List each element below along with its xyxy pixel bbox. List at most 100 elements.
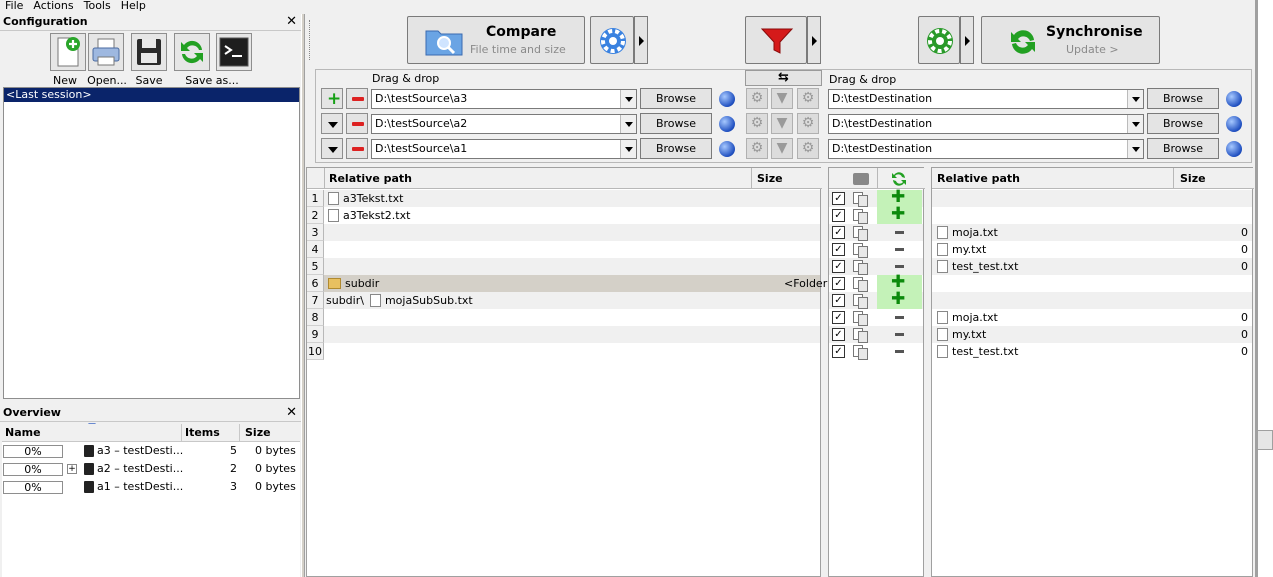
- table-row[interactable]: ✓ ✚: [829, 274, 923, 292]
- left-browse-button[interactable]: Browse: [640, 113, 712, 134]
- table-row[interactable]: ✓: [829, 258, 923, 275]
- new-config-button[interactable]: [50, 33, 86, 71]
- table-row[interactable]: 5: [307, 258, 820, 275]
- camera-icon[interactable]: [853, 173, 869, 185]
- table-row[interactable]: moja.txt 0: [932, 309, 1252, 326]
- table-row[interactable]: 7 subdir\ mojaSubSub.txt: [307, 292, 820, 309]
- table-row[interactable]: [932, 207, 1252, 224]
- scroll-handle[interactable]: [1257, 430, 1273, 450]
- middle-action-grid[interactable]: ✓ ✚ ✓ ✚ ✓ ✓ ✓ ✓ ✚ ✓ ✚ ✓ ✓ ✓: [828, 167, 925, 577]
- row-checkbox[interactable]: ✓: [832, 226, 845, 239]
- table-row[interactable]: my.txt 0: [932, 241, 1252, 258]
- globe-icon[interactable]: [1226, 91, 1242, 107]
- left-browse-button[interactable]: Browse: [640, 138, 712, 159]
- overview-row[interactable]: 0% a3 – testDesti... 5 0 bytes: [2, 442, 300, 460]
- menu-actions[interactable]: Actions: [28, 0, 78, 13]
- do-nothing-icon[interactable]: [877, 326, 922, 343]
- row-checkbox[interactable]: ✓: [832, 345, 845, 358]
- dropdown-arrow-icon[interactable]: [620, 90, 636, 108]
- alt-sync-settings-icon[interactable]: ⚙: [797, 138, 819, 159]
- overview-row[interactable]: 0% + a2 – testDesti... 2 0 bytes: [2, 460, 300, 478]
- globe-icon[interactable]: [719, 91, 735, 107]
- right-browse-button[interactable]: Browse: [1147, 113, 1219, 134]
- table-row[interactable]: [932, 190, 1252, 207]
- table-row[interactable]: 1 a3Tekst.txt: [307, 190, 820, 207]
- sync-options-arrow[interactable]: [960, 16, 974, 64]
- dropdown-arrow-icon[interactable]: [1127, 140, 1143, 158]
- session-list[interactable]: <Last session>: [3, 87, 300, 399]
- row-checkbox[interactable]: ✓: [832, 260, 845, 273]
- compare-options-arrow[interactable]: [634, 16, 648, 64]
- dropdown-arrow-icon[interactable]: [1127, 90, 1143, 108]
- table-row[interactable]: ✓ ✚: [829, 206, 923, 224]
- compare-button[interactable]: Compare File time and size: [407, 16, 585, 64]
- alt-compare-settings-icon[interactable]: ⚙: [746, 138, 768, 159]
- row-checkbox[interactable]: ✓: [832, 209, 845, 222]
- dropdown-arrow-icon[interactable]: [620, 140, 636, 158]
- table-row[interactable]: my.txt 0: [932, 326, 1252, 343]
- dropdown-arrow-icon[interactable]: [620, 115, 636, 133]
- row-checkbox[interactable]: ✓: [832, 294, 845, 307]
- swap-sides-button[interactable]: ⇆: [745, 70, 822, 86]
- filter-options-arrow[interactable]: [807, 16, 821, 64]
- table-row[interactable]: ✓ ✚: [829, 189, 923, 207]
- table-row[interactable]: ✓ ✚: [829, 291, 923, 309]
- dropdown-arrow-icon[interactable]: [1127, 115, 1143, 133]
- alt-compare-settings-icon[interactable]: ⚙: [746, 113, 768, 134]
- row-checkbox[interactable]: ✓: [832, 192, 845, 205]
- copy-to-right-icon[interactable]: ✚: [877, 291, 922, 309]
- panel-splitter[interactable]: [301, 14, 305, 577]
- left-file-grid[interactable]: Relative path Size 1 a3Tekst.txt 2 a3Tekst2…: [306, 167, 827, 577]
- right-col-relative-path[interactable]: Relative path: [937, 168, 1020, 189]
- save-config-button[interactable]: [131, 33, 167, 71]
- table-row[interactable]: [932, 275, 1252, 292]
- overview-col-size[interactable]: Size: [240, 424, 298, 441]
- left-folder-input[interactable]: D:\testSource\a3: [371, 89, 637, 109]
- expand-icon[interactable]: +: [67, 464, 77, 474]
- remove-folder-pair-button[interactable]: [346, 113, 368, 134]
- sync-direction-icon[interactable]: [891, 171, 907, 187]
- local-filter-icon[interactable]: ▼: [771, 138, 793, 159]
- table-row[interactable]: ✓: [829, 224, 923, 241]
- alt-sync-settings-icon[interactable]: ⚙: [797, 88, 819, 109]
- right-col-size[interactable]: Size: [1173, 168, 1206, 189]
- table-row[interactable]: 3: [307, 224, 820, 241]
- table-row[interactable]: 8: [307, 309, 820, 326]
- remove-folder-pair-button[interactable]: [346, 88, 368, 109]
- table-row[interactable]: test_test.txt 0: [932, 258, 1252, 275]
- local-filter-icon[interactable]: ▼: [771, 113, 793, 134]
- table-row[interactable]: test_test.txt 0: [932, 343, 1252, 360]
- table-row[interactable]: moja.txt 0: [932, 224, 1252, 241]
- left-col-size[interactable]: Size: [751, 168, 783, 189]
- alt-compare-settings-icon[interactable]: ⚙: [746, 88, 768, 109]
- overview-col-name[interactable]: Name: [2, 424, 182, 441]
- remove-folder-pair-button[interactable]: [346, 138, 368, 159]
- synchronise-button[interactable]: Synchronise Update >: [981, 16, 1160, 64]
- open-config-button[interactable]: [88, 33, 124, 71]
- close-overview-icon[interactable]: ✕: [286, 405, 297, 420]
- expand-pair-button[interactable]: [321, 138, 343, 159]
- left-folder-input[interactable]: D:\testSource\a1: [371, 139, 637, 159]
- right-browse-button[interactable]: Browse: [1147, 138, 1219, 159]
- overview-row[interactable]: 0% a1 – testDesti... 3 0 bytes: [2, 478, 300, 496]
- menu-file[interactable]: File: [0, 0, 28, 13]
- batch-job-button[interactable]: [216, 33, 252, 71]
- row-checkbox[interactable]: ✓: [832, 277, 845, 290]
- add-folder-pair-button[interactable]: +: [321, 88, 343, 109]
- left-folder-input[interactable]: D:\testSource\a2: [371, 114, 637, 134]
- globe-icon[interactable]: [719, 141, 735, 157]
- table-row[interactable]: ✓: [829, 326, 923, 343]
- expand-pair-button[interactable]: [321, 113, 343, 134]
- filter-button[interactable]: [745, 16, 807, 64]
- right-folder-input[interactable]: D:\testDestination: [828, 139, 1144, 159]
- table-row[interactable]: ✓: [829, 309, 923, 326]
- right-folder-input[interactable]: D:\testDestination: [828, 114, 1144, 134]
- globe-icon[interactable]: [1226, 116, 1242, 132]
- compare-settings-button[interactable]: [590, 16, 634, 64]
- overview-col-items[interactable]: Items: [182, 424, 240, 441]
- sync-settings-button[interactable]: [918, 16, 960, 64]
- table-row[interactable]: ✓: [829, 241, 923, 258]
- row-checkbox[interactable]: ✓: [832, 243, 845, 256]
- left-col-relative-path[interactable]: Relative path: [329, 168, 412, 189]
- right-browse-button[interactable]: Browse: [1147, 88, 1219, 109]
